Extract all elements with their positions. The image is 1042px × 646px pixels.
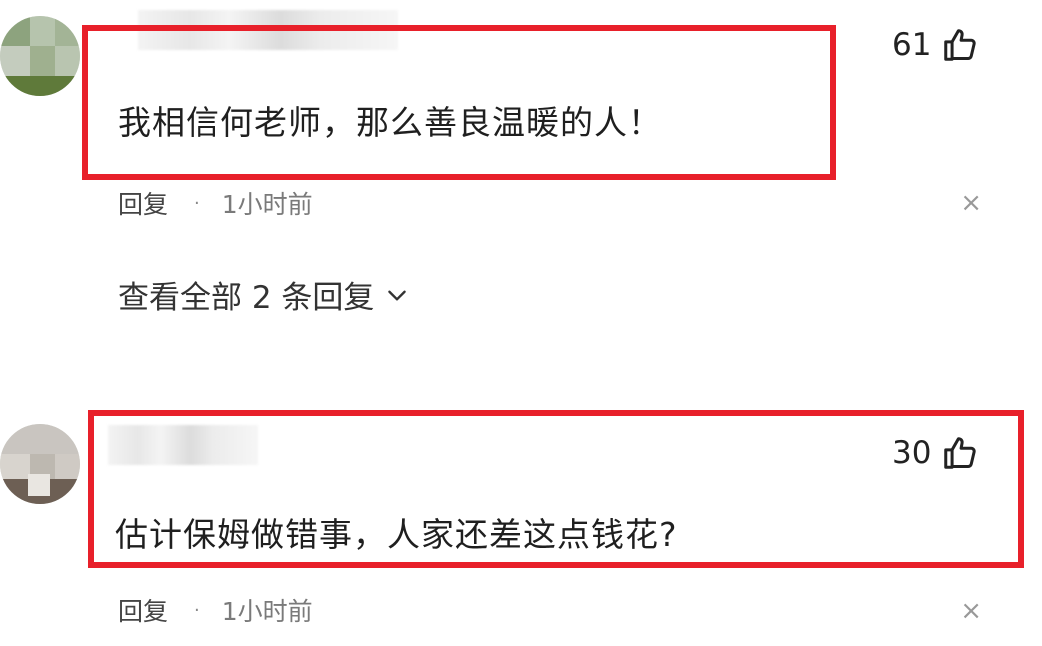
avatar[interactable] <box>0 424 80 504</box>
reply-button[interactable]: 回复 <box>118 185 168 221</box>
thumbs-up-icon <box>944 29 977 61</box>
separator-dot: · <box>194 192 200 214</box>
thumbs-up-icon <box>944 437 977 469</box>
timestamp: 1小时前 <box>221 597 313 626</box>
like-button[interactable]: 61 <box>892 26 979 64</box>
comment-meta: 回复 · 1小时前 <box>118 592 313 628</box>
close-icon[interactable]: × <box>960 188 982 218</box>
view-all-replies-button[interactable]: 查看全部 2 条回复 <box>118 272 410 317</box>
close-icon[interactable]: × <box>960 596 982 626</box>
separator-dot: · <box>194 599 200 621</box>
like-button[interactable]: 30 <box>892 434 979 472</box>
timestamp: 1小时前 <box>221 190 313 219</box>
view-all-replies-label: 查看全部 2 条回复 <box>118 280 375 316</box>
avatar[interactable] <box>0 16 80 96</box>
comment-text: 估计保姆做错事，人家还差这点钱花? <box>115 515 678 554</box>
like-count: 30 <box>892 435 932 471</box>
like-count: 61 <box>892 27 932 63</box>
comment-text: 我相信何老师，那么善良温暖的人！ <box>118 103 662 142</box>
chevron-down-icon <box>388 290 407 301</box>
reply-button[interactable]: 回复 <box>118 592 168 628</box>
comment-meta: 回复 · 1小时前 <box>118 185 313 221</box>
